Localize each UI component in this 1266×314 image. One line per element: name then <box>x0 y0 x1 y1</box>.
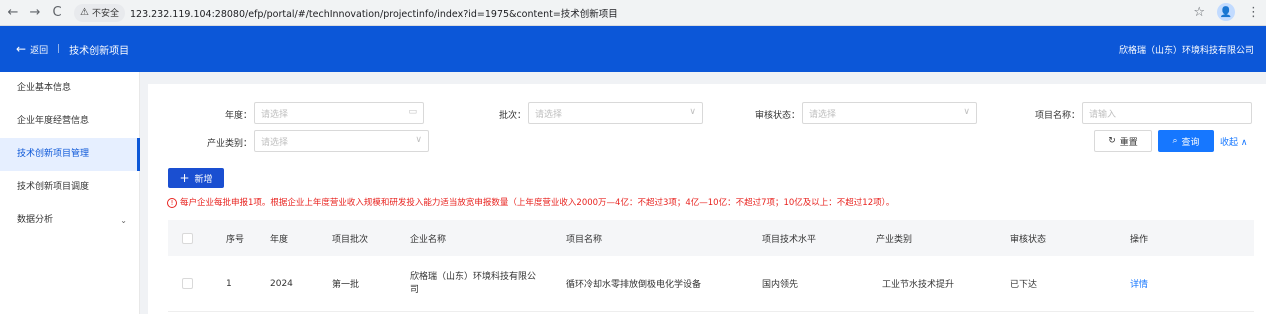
chevron-down-icon: ⌄ <box>120 216 127 225</box>
cell-year: 2024 <box>270 278 293 289</box>
app-header: ← 返回 | 技术创新项目 欣格瑞（山东）环境科技有限公司 <box>0 26 1266 72</box>
batch-select[interactable]: 请选择 ∨ <box>528 102 703 124</box>
forward-arrow-icon[interactable]: → <box>24 2 46 24</box>
sidebar-item-annual-operation[interactable]: 企业年度经营信息 <box>0 105 139 138</box>
main-panel: 年度： 请选择 ▭ 批次： 请选择 ∨ 审核状态： 请选择 ∨ 项目名称： 请输… <box>148 84 1266 314</box>
industry-label: 产业类别： <box>206 139 252 149</box>
checkbox[interactable] <box>182 278 193 289</box>
reset-label: 重置 <box>1119 137 1138 148</box>
page-title: 技术创新项目 <box>69 45 130 57</box>
project-name-placeholder: 请输入 <box>1089 109 1117 120</box>
sidebar-item-project-scheduling[interactable]: 技术创新项目调度 <box>0 171 139 204</box>
year-placeholder: 请选择 <box>261 109 289 120</box>
sidebar-item-label: 企业基本信息 <box>17 83 72 93</box>
browser-menu-icon[interactable]: ⋮ <box>1247 5 1260 20</box>
column-header: 产业类别 <box>876 234 913 245</box>
reset-button[interactable]: ↻ 重置 <box>1094 130 1152 152</box>
sidebar-item-label: 技术创新项目管理 <box>17 149 90 159</box>
batch-placeholder: 请选择 <box>535 109 563 120</box>
column-header: 序号 <box>226 234 245 245</box>
info-circle-icon: ! <box>167 198 177 208</box>
cell-status: 已下达 <box>1010 280 1038 290</box>
industry-placeholder: 请选择 <box>261 137 289 148</box>
sidebar-item-company-info[interactable]: 企业基本信息 <box>0 72 139 105</box>
review-status-select[interactable]: 请选择 ∨ <box>802 102 977 124</box>
cell-batch: 第一批 <box>332 280 360 290</box>
column-header: 企业名称 <box>410 234 447 245</box>
header-separator: | <box>57 44 61 54</box>
quota-notice: ! 每户企业每批申报1项。根据企业上年度营业收入规模和研发投入能力适当放宽申报数量… <box>167 196 894 208</box>
security-indicator[interactable]: ⚠ 不安全 <box>74 3 125 22</box>
warning-icon: ⚠ <box>80 7 89 18</box>
column-header: 操作 <box>1130 234 1149 245</box>
year-label: 年度： <box>224 111 252 121</box>
project-name-label: 项目名称： <box>1034 111 1080 121</box>
column-header: 项目名称 <box>566 234 603 245</box>
back-label: 返回 <box>30 45 49 56</box>
project-table: 序号 年度 项目批次 企业名称 项目名称 项目技术水平 产业类别 审核状态 操作… <box>168 220 1254 312</box>
notice-text: 每户企业每批申报1项。根据企业上年度营业收入规模和研发投入能力适当放宽申报数量（… <box>180 198 895 208</box>
detail-link[interactable]: 详情 <box>1130 256 1148 311</box>
table-header: 序号 年度 项目批次 企业名称 项目名称 项目技术水平 产业类别 审核状态 操作 <box>168 220 1254 256</box>
chevron-down-icon: ∨ <box>963 107 970 117</box>
column-header: 项目技术水平 <box>762 234 817 245</box>
reset-icon: ↻ <box>1108 136 1116 146</box>
row-checkbox-cell[interactable] <box>182 256 193 311</box>
cell-project: 循环冷却水零排放倒极电化学设备 <box>566 280 702 290</box>
plus-icon: + <box>179 171 190 185</box>
cell-company: 欣格瑞（山东）环境科技有限公司 <box>410 271 537 295</box>
reload-icon[interactable]: C <box>46 2 68 24</box>
back-arrow-icon[interactable]: ← <box>2 2 24 24</box>
project-name-input[interactable]: 请输入 <box>1082 102 1252 124</box>
add-button[interactable]: + 新增 <box>168 168 224 188</box>
sidebar-item-label: 技术创新项目调度 <box>17 182 90 192</box>
calendar-icon: ▭ <box>408 107 417 117</box>
collapse-toggle[interactable]: 收起 ∧ <box>1220 135 1247 148</box>
company-name: 欣格瑞（山东）环境科技有限公司 <box>1118 46 1254 56</box>
address-bar[interactable]: 123.232.119.104:28080/efp/portal/#/techI… <box>130 6 618 20</box>
year-picker[interactable]: 请选择 ▭ <box>254 102 424 124</box>
sidebar-item-project-management[interactable]: 技术创新项目管理 <box>0 138 140 171</box>
cell-index: 1 <box>226 278 232 289</box>
column-header: 年度 <box>270 234 289 245</box>
chevron-down-icon: ∨ <box>415 135 422 145</box>
chevron-down-icon: ∨ <box>689 107 696 117</box>
column-header: 项目批次 <box>332 234 369 245</box>
add-label: 新增 <box>194 174 213 185</box>
profile-avatar-icon[interactable]: 👤 <box>1217 3 1235 21</box>
sidebar: 企业基本信息 企业年度经营信息 技术创新项目管理 技术创新项目调度 数据分析 ⌄ <box>0 72 140 314</box>
query-label: 查询 <box>1181 137 1200 148</box>
cell-industry: 工业节水技术提升 <box>882 280 955 290</box>
batch-label: 批次： <box>498 111 526 121</box>
browser-toolbar: ← → C ⚠ 不安全 123.232.119.104:28080/efp/po… <box>0 0 1266 26</box>
sidebar-item-data-analysis[interactable]: 数据分析 ⌄ <box>0 204 139 237</box>
column-header: 审核状态 <box>1010 234 1047 245</box>
checkbox[interactable] <box>182 232 193 244</box>
back-arrow-icon: ← <box>16 42 27 56</box>
sidebar-item-label: 企业年度经营信息 <box>17 116 90 126</box>
back-button[interactable]: ← 返回 <box>16 42 48 56</box>
search-icon: ⌕ <box>1172 136 1178 146</box>
security-label: 不安全 <box>91 9 119 19</box>
sidebar-item-label: 数据分析 <box>17 215 54 225</box>
review-status-label: 审核状态： <box>754 111 800 121</box>
query-button[interactable]: ⌕ 查询 <box>1158 130 1214 152</box>
industry-select[interactable]: 请选择 ∨ <box>254 130 429 152</box>
table-row: 1 2024 第一批 欣格瑞（山东）环境科技有限公司 循环冷却水零排放倒极电化学… <box>168 256 1254 312</box>
bookmark-star-icon[interactable]: ☆ <box>1193 5 1205 20</box>
cell-tech-level: 国内领先 <box>762 280 799 290</box>
review-status-placeholder: 请选择 <box>809 109 837 120</box>
select-all-checkbox[interactable] <box>182 220 193 256</box>
